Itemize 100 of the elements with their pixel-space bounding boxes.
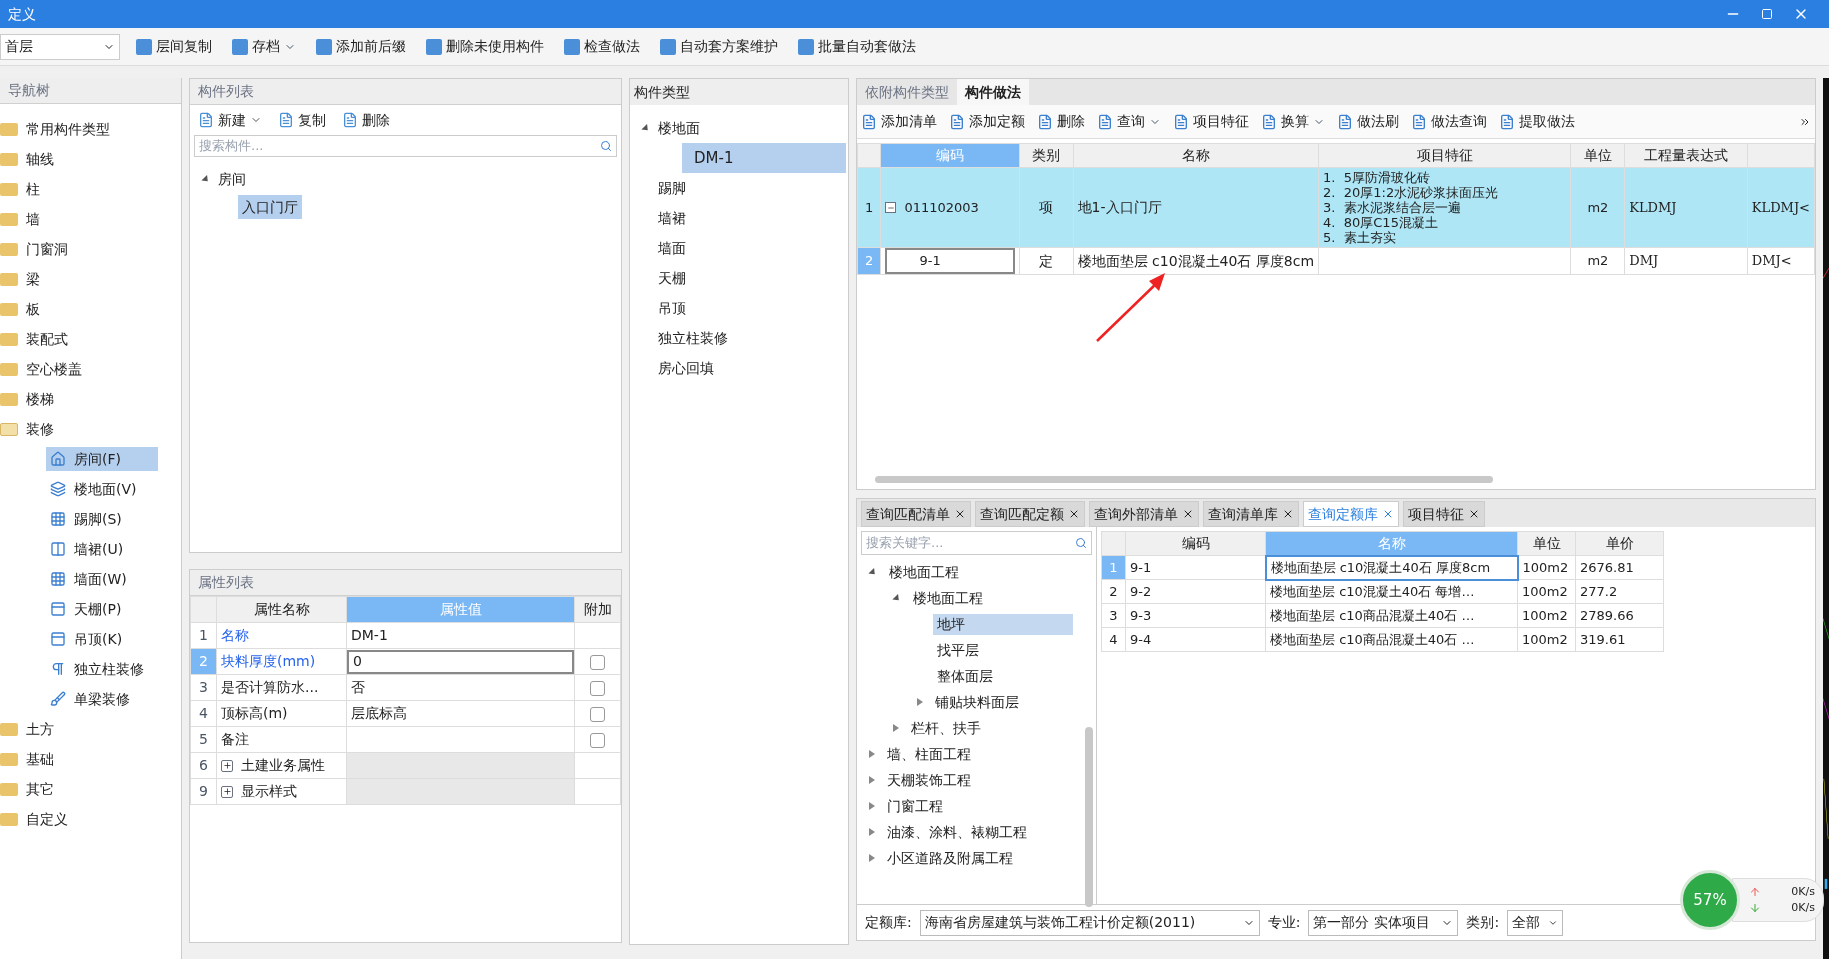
- tab[interactable]: 构件做法: [957, 79, 1029, 105]
- expand-triangle-icon[interactable]: [869, 854, 875, 862]
- nav-item[interactable]: 楼梯: [26, 388, 54, 410]
- folder-icon[interactable]: [0, 782, 18, 796]
- value-field[interactable]: 0: [347, 649, 574, 674]
- tree-item[interactable]: 入口门厅: [238, 195, 302, 219]
- nav-item[interactable]: 房间(F): [46, 447, 158, 471]
- folder-icon[interactable]: [0, 272, 18, 286]
- folder-icon[interactable]: [0, 182, 18, 196]
- tab[interactable]: 查询匹配清单: [861, 501, 971, 527]
- toolbar-button[interactable]: 自动套方案维护: [656, 36, 782, 57]
- expand-triangle-icon[interactable]: [869, 828, 875, 836]
- nav-item[interactable]: 墙面(W): [46, 567, 158, 591]
- folder-icon[interactable]: [0, 212, 18, 226]
- folder-icon[interactable]: [0, 242, 18, 256]
- list-button[interactable]: 复制: [278, 109, 326, 131]
- tree-item[interactable]: 墙裙: [658, 207, 686, 229]
- toolbar-button[interactable]: 存档: [228, 36, 300, 57]
- nav-item[interactable]: 轴线: [26, 148, 54, 170]
- toolbar-button[interactable]: 查询: [1097, 111, 1161, 132]
- tab[interactable]: 项目特征: [1403, 501, 1485, 527]
- folder-icon[interactable]: [0, 722, 18, 736]
- toolbar-button[interactable]: 提取做法: [1499, 111, 1575, 132]
- collapse-minus-icon[interactable]: [885, 202, 897, 213]
- toolbar-button[interactable]: 批量自动套做法: [794, 36, 920, 57]
- tab[interactable]: 依附构件类型: [857, 79, 957, 105]
- folder-icon[interactable]: [0, 752, 18, 766]
- toolbar-button[interactable]: 删除未使用构件: [422, 36, 548, 57]
- footer-select[interactable]: 第一部分 实体项目: [1308, 909, 1459, 936]
- expand-plus-icon[interactable]: [221, 759, 233, 772]
- tree-item[interactable]: 墙、柱面工程: [883, 743, 975, 765]
- tree-item[interactable]: 独立柱装修: [658, 327, 728, 349]
- expand-triangle-icon[interactable]: [869, 802, 875, 810]
- folder-icon[interactable]: [0, 302, 18, 316]
- tree-item[interactable]: 铺贴块料面层: [931, 691, 1023, 713]
- toolbar-button[interactable]: 删除: [1037, 111, 1085, 132]
- checkbox[interactable]: [590, 680, 605, 696]
- value-field[interactable]: 否: [347, 675, 574, 700]
- close-icon[interactable]: [1468, 508, 1480, 520]
- toolbar-button[interactable]: 层间复制: [132, 36, 216, 57]
- tree-item[interactable]: 墙面: [658, 237, 686, 259]
- value-field[interactable]: 层底标高: [347, 701, 574, 726]
- nav-item[interactable]: 空心楼盖: [26, 358, 82, 380]
- tree-item[interactable]: 楼地面: [658, 117, 700, 139]
- tree-item[interactable]: 天棚: [658, 267, 686, 289]
- checkbox[interactable]: [590, 732, 605, 748]
- expand-triangle-icon[interactable]: [869, 750, 875, 758]
- nav-item[interactable]: 单梁装修: [46, 687, 158, 711]
- tab[interactable]: 查询外部清单: [1089, 501, 1199, 527]
- maximize-icon[interactable]: [1761, 8, 1773, 20]
- nav-item[interactable]: 装修: [26, 418, 54, 440]
- tree-item[interactable]: 门窗工程: [883, 795, 947, 817]
- value-field[interactable]: DM-1: [347, 623, 574, 648]
- nav-item[interactable]: 土方: [26, 718, 54, 740]
- toolbar-button[interactable]: 添加定额: [949, 111, 1025, 132]
- tree-item[interactable]: 吊顶: [658, 297, 686, 319]
- nav-item[interactable]: 墙裙(U): [46, 537, 158, 561]
- folder-icon[interactable]: [0, 392, 18, 406]
- nav-item[interactable]: 其它: [26, 778, 54, 800]
- toolbar-button[interactable]: 换算: [1261, 111, 1325, 132]
- nav-item[interactable]: 门窗洞: [26, 238, 68, 260]
- checkbox[interactable]: [590, 654, 605, 670]
- folder-icon[interactable]: [0, 362, 18, 376]
- nav-item[interactable]: 柱: [26, 178, 40, 200]
- toolbar-button[interactable]: 添加前后缀: [312, 36, 410, 57]
- nav-item[interactable]: 楼地面(V): [46, 477, 158, 501]
- nav-item[interactable]: 踢脚(S): [46, 507, 158, 531]
- tree-item[interactable]: 楼地面工程: [909, 587, 987, 609]
- tree-item[interactable]: 找平层: [933, 639, 983, 661]
- footer-select[interactable]: 全部: [1507, 909, 1564, 936]
- nav-item[interactable]: 常用构件类型: [26, 118, 110, 140]
- toolbar-button[interactable]: 添加清单: [861, 111, 937, 132]
- nav-item[interactable]: 墙: [26, 208, 40, 230]
- nav-item[interactable]: 基础: [26, 748, 54, 770]
- tree-item[interactable]: 踢脚: [658, 177, 686, 199]
- tree-item[interactable]: 栏杆、扶手: [907, 717, 985, 739]
- expand-triangle-icon[interactable]: [917, 698, 923, 706]
- toolbar-button[interactable]: 检查做法: [560, 36, 644, 57]
- close-icon[interactable]: [1282, 508, 1294, 520]
- floor-select[interactable]: 首层: [0, 33, 120, 60]
- close-icon[interactable]: [1068, 508, 1080, 520]
- folder-icon[interactable]: [0, 422, 18, 436]
- folder-icon[interactable]: [0, 332, 18, 346]
- tree-item[interactable]: 房间: [218, 168, 246, 190]
- code-field[interactable]: 9-1: [885, 248, 1016, 274]
- close-icon[interactable]: [1182, 508, 1194, 520]
- footer-select[interactable]: 海南省房屋建筑与装饰工程计价定额(2011): [919, 909, 1260, 936]
- close-icon[interactable]: [954, 508, 966, 520]
- tree-item[interactable]: 房心回填: [658, 357, 714, 379]
- tree-item[interactable]: 整体面层: [933, 665, 997, 687]
- nav-item[interactable]: 吊顶(K): [46, 627, 158, 651]
- tab[interactable]: 查询匹配定额: [975, 501, 1085, 527]
- nav-item[interactable]: 梁: [26, 268, 40, 290]
- expand-triangle-icon[interactable]: [893, 724, 899, 732]
- nav-item[interactable]: 独立柱装修: [46, 657, 158, 681]
- toolbar-button[interactable]: 做法查询: [1411, 111, 1487, 132]
- tree-item[interactable]: DM-1: [682, 143, 846, 173]
- toolbar-button[interactable]: 做法刷: [1337, 111, 1399, 132]
- tab[interactable]: 查询定额库: [1303, 501, 1399, 527]
- nav-item[interactable]: 天棚(P): [46, 597, 158, 621]
